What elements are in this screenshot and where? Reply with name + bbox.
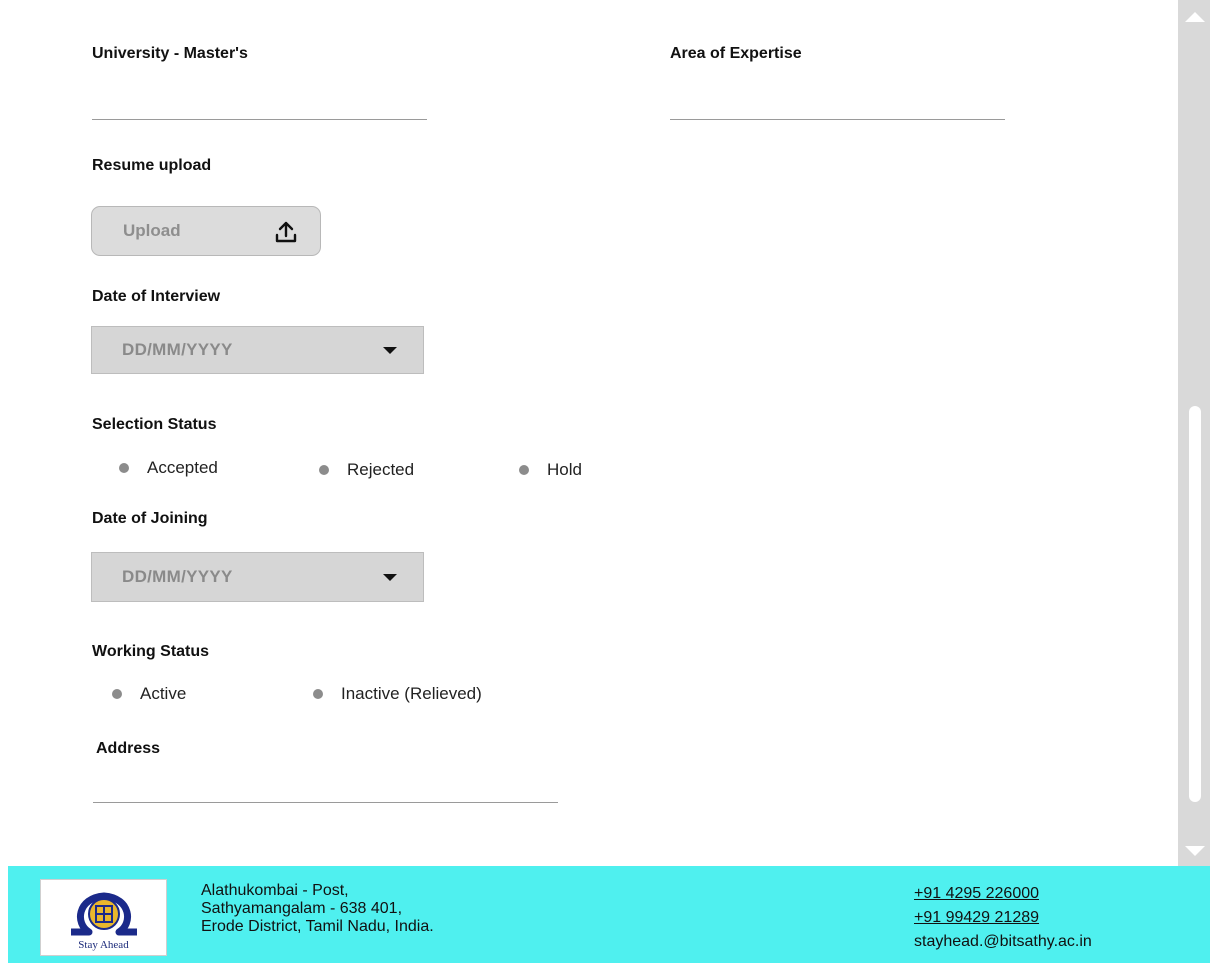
logo-emblem-icon	[71, 892, 137, 936]
radio-accepted[interactable]: Accepted	[119, 458, 218, 478]
address-line: Alathukombai - Post,	[201, 882, 349, 899]
arrow-down-icon[interactable]	[1185, 846, 1205, 856]
selection-status-label: Selection Status	[92, 416, 217, 433]
email-text: stayhead.@bitsathy.ac.in	[914, 933, 1092, 950]
upload-button-label: Upload	[123, 221, 181, 240]
upload-button[interactable]: Upload	[91, 206, 321, 256]
radio-dot-icon	[519, 465, 529, 475]
faculty-form: University - Master's Area of Expertise …	[0, 0, 1178, 866]
vertical-scrollbar[interactable]	[1178, 0, 1210, 866]
radio-hold-label: Hold	[547, 460, 582, 479]
logo-tagline: Stay Ahead	[78, 939, 129, 951]
footer: Stay Ahead Alathukombai - Post, Sathyama…	[8, 866, 1210, 963]
footer-contact: +91 4295 226000 +91 99429 21289 stayhead…	[914, 882, 1092, 954]
address-label: Address	[96, 740, 161, 757]
address-line: Erode District, Tamil Nadu, India.	[201, 918, 434, 935]
institution-logo: Stay Ahead	[40, 879, 167, 956]
date-of-joining-select[interactable]: DD/MM/YYYY	[91, 552, 424, 602]
address-field[interactable]	[93, 802, 558, 803]
arrow-up-icon[interactable]	[1185, 12, 1205, 22]
phone-link-1[interactable]: +91 4295 226000	[914, 882, 1092, 906]
date-of-interview-placeholder: DD/MM/YYYY	[122, 340, 233, 359]
caret-down-icon	[383, 347, 397, 354]
date-of-joining-label: Date of Joining	[92, 510, 208, 527]
scroll-thumb[interactable]	[1189, 406, 1201, 802]
date-of-joining-placeholder: DD/MM/YYYY	[122, 567, 233, 586]
area-of-expertise-label: Area of Expertise	[670, 45, 802, 62]
date-of-interview-label: Date of Interview	[92, 288, 221, 305]
resume-upload-label: Resume upload	[92, 157, 212, 174]
university-masters-label: University - Master's	[92, 45, 248, 62]
radio-dot-icon	[319, 465, 329, 475]
date-of-interview-select[interactable]: DD/MM/YYYY	[91, 326, 424, 374]
area-of-expertise-field[interactable]	[670, 119, 1005, 120]
radio-active[interactable]: Active	[112, 684, 186, 704]
caret-down-icon	[383, 574, 397, 581]
radio-dot-icon	[112, 689, 122, 699]
radio-active-label: Active	[140, 684, 187, 703]
radio-inactive[interactable]: Inactive (Relieved)	[313, 684, 482, 704]
footer-address: Alathukombai - Post, Sathyamangalam - 63…	[201, 882, 434, 936]
working-status-label: Working Status	[92, 643, 210, 660]
radio-dot-icon	[313, 689, 323, 699]
phone-link-2[interactable]: +91 99429 21289	[914, 906, 1092, 930]
radio-inactive-label: Inactive (Relieved)	[341, 684, 482, 703]
upload-icon	[275, 221, 297, 243]
radio-hold[interactable]: Hold	[519, 460, 582, 480]
address-line: Sathyamangalam - 638 401,	[201, 900, 403, 917]
university-masters-field[interactable]	[92, 119, 427, 120]
radio-rejected[interactable]: Rejected	[319, 460, 414, 480]
radio-accepted-label: Accepted	[147, 458, 218, 477]
radio-dot-icon	[119, 463, 129, 473]
radio-rejected-label: Rejected	[347, 460, 415, 479]
